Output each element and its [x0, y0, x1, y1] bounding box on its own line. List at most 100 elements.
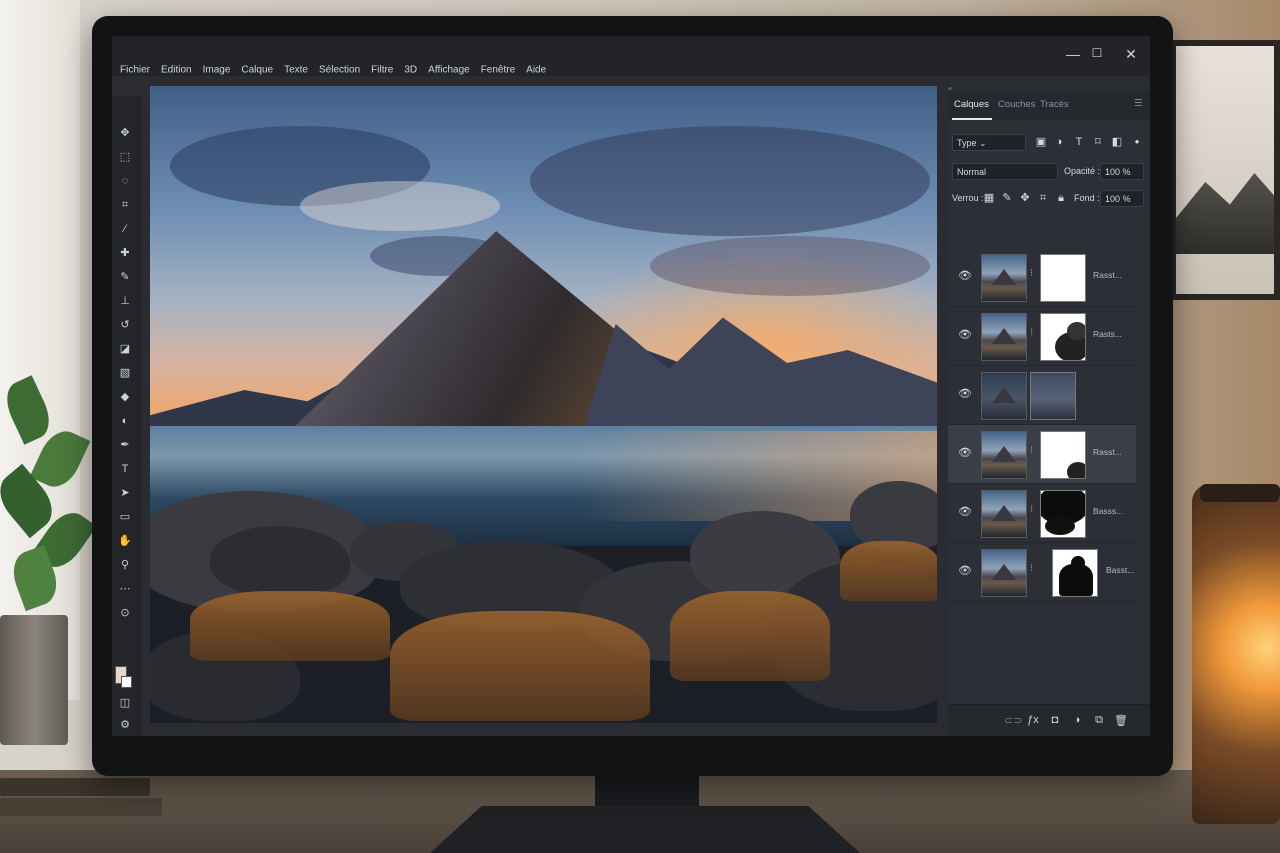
lock-pixels-icon[interactable]: ✎ [1000, 191, 1014, 205]
layer-row-selected[interactable]: 👁︎ ⁝ Rasst... [948, 425, 1136, 484]
mask-link-icon[interactable]: ⁝ [1030, 504, 1033, 515]
background-color-swatch[interactable] [121, 676, 132, 688]
mask-link-icon[interactable]: ⁝ [1030, 445, 1033, 456]
filter-pixel-icon[interactable]: ▣ [1034, 135, 1048, 149]
visibility-eye-icon[interactable]: 👁︎ [958, 269, 972, 282]
link-layers-icon[interactable]: ⊂⊃ [1004, 714, 1022, 727]
photo-rock [210, 526, 350, 596]
menu-affichage[interactable]: Affichage [428, 65, 470, 76]
layer-mask-thumbnail[interactable] [1052, 549, 1098, 597]
lock-fill-row: Verrou : ▦ ✎ ✥ ⌗ 🔒︎ Fond : 100 % [950, 188, 1146, 210]
minimize-button[interactable]: — [1062, 46, 1084, 62]
move-tool-icon[interactable]: ✥ [118, 126, 132, 140]
lock-transparency-icon[interactable]: ▦ [982, 191, 996, 205]
path-select-icon[interactable]: ➤ [118, 486, 132, 500]
healing-brush-icon[interactable]: ✚ [118, 246, 132, 260]
type-tool-icon[interactable]: T [118, 462, 132, 476]
menu-selection[interactable]: Sélection [319, 65, 360, 76]
pen-tool-icon[interactable]: ✒ [118, 438, 132, 452]
layer-name: Basss... [1093, 506, 1124, 516]
layer-thumbnail [981, 431, 1027, 479]
fill-label: Fond : [1074, 193, 1100, 203]
photo-foreground-rocks [150, 481, 937, 723]
panel-menu-icon[interactable]: ☰ [1134, 98, 1143, 109]
filter-type-icon[interactable]: T [1072, 135, 1086, 149]
mask-link-icon[interactable]: ⁝ [1030, 563, 1033, 574]
layer-row[interactable]: 👁︎ ⁝ Rasst... [948, 248, 1136, 307]
blend-opacity-row: Normal Opacité : 100 % [950, 161, 1146, 183]
menu-fichier[interactable]: Fichier [120, 65, 150, 76]
layer-style-icon[interactable]: ƒx [1026, 714, 1040, 726]
edit-toolbar-icon[interactable]: ⊙ [118, 606, 132, 620]
new-layer-icon[interactable]: ⧉ [1092, 714, 1106, 727]
adjustment-layer-icon[interactable]: ◑ [1070, 714, 1084, 726]
shape-tool-icon[interactable]: ▭ [118, 510, 132, 524]
filter-shape-icon[interactable]: ⌑ [1091, 135, 1105, 149]
layer-name: Rasst... [1093, 270, 1122, 280]
lock-position-icon[interactable]: ✥ [1018, 191, 1032, 205]
menu-texte[interactable]: Texte [284, 65, 308, 76]
menu-edition[interactable]: Edition [161, 65, 192, 76]
plant-pot [0, 615, 68, 745]
menu-filtre[interactable]: Filtre [371, 65, 393, 76]
menu-fenetre[interactable]: Fenêtre [481, 65, 515, 76]
lasso-tool-icon[interactable]: ◌ [118, 174, 132, 188]
opacity-value: 100 % [1105, 167, 1131, 177]
visibility-eye-icon[interactable]: 👁︎ [958, 505, 972, 518]
tab-calques[interactable]: Calques [954, 99, 989, 110]
mask-link-icon[interactable]: ⁝ [1030, 327, 1033, 338]
eyedropper-tool-icon[interactable]: ⁄ [118, 222, 132, 236]
menu-aide[interactable]: Aide [526, 65, 546, 76]
layer-row[interactable]: 👁︎ ⁝ Basst... [948, 543, 1136, 602]
tab-couches[interactable]: Couches [998, 99, 1036, 110]
close-button[interactable]: ✕ [1120, 46, 1142, 63]
filter-type-select[interactable]: Type ⌄ [952, 134, 1026, 151]
history-brush-icon[interactable]: ↺ [118, 318, 132, 332]
marquee-tool-icon[interactable]: ⬚ [118, 150, 132, 164]
lock-artboard-icon[interactable]: ⌗ [1036, 191, 1050, 205]
layer-filter-row: Type ⌄ ▣ ◑ T ⌑ ◧ ● [950, 132, 1146, 154]
zoom-tool-icon[interactable]: ⚲ [118, 558, 132, 572]
quick-mask-icon[interactable]: ◫ [118, 696, 132, 710]
add-mask-icon[interactable]: ◘ [1048, 714, 1062, 726]
eraser-tool-icon[interactable]: ◪ [118, 342, 132, 356]
opacity-input[interactable]: 100 % [1100, 163, 1144, 180]
layer-row[interactable]: 👁︎ [948, 366, 1136, 425]
visibility-eye-icon[interactable]: 👁︎ [958, 446, 972, 459]
layer-mask-thumbnail[interactable] [1030, 372, 1076, 420]
mask-link-icon[interactable]: ⁝ [1030, 268, 1033, 279]
blend-mode-select[interactable]: Normal [952, 163, 1058, 180]
screen-mode-icon[interactable]: ⚙ [118, 718, 132, 732]
blend-mode-value: Normal [957, 167, 987, 177]
visibility-eye-icon[interactable]: 👁︎ [958, 564, 972, 577]
dodge-tool-icon[interactable]: ◐ [118, 414, 132, 428]
fill-input[interactable]: 100 % [1100, 190, 1144, 207]
tab-traces[interactable]: Tracés [1040, 99, 1069, 110]
blur-tool-icon[interactable]: ◆ [118, 390, 132, 404]
menu-image[interactable]: Image [203, 65, 231, 76]
layer-mask-thumbnail[interactable] [1040, 431, 1086, 479]
layer-mask-thumbnail[interactable] [1040, 254, 1086, 302]
filter-toggle-icon[interactable]: ● [1130, 135, 1144, 149]
maximize-button[interactable]: ☐ [1086, 46, 1108, 60]
crop-tool-icon[interactable]: ⌗ [118, 198, 132, 212]
clone-stamp-icon[interactable]: ⊥ [118, 294, 132, 308]
visibility-eye-icon[interactable]: 👁︎ [958, 387, 972, 400]
image-canvas[interactable] [150, 86, 937, 723]
lock-all-icon[interactable]: 🔒︎ [1054, 191, 1068, 205]
book-stack [0, 772, 165, 832]
brush-tool-icon[interactable]: ✎ [118, 270, 132, 284]
gradient-tool-icon[interactable]: ▧ [118, 366, 132, 380]
filter-adjust-icon[interactable]: ◑ [1052, 135, 1066, 149]
visibility-eye-icon[interactable]: 👁︎ [958, 328, 972, 341]
filter-smart-icon[interactable]: ◧ [1110, 135, 1124, 149]
menu-3d[interactable]: 3D [404, 65, 417, 76]
menu-calque[interactable]: Calque [241, 65, 273, 76]
delete-layer-icon[interactable]: 🗑︎ [1114, 714, 1128, 727]
layer-mask-thumbnail[interactable] [1040, 313, 1086, 361]
more-tools-icon[interactable]: ⋯ [118, 582, 132, 596]
layer-row[interactable]: 👁︎ ⁝ Basss... [948, 484, 1136, 543]
hand-tool-icon[interactable]: ✋ [118, 534, 132, 548]
layer-row[interactable]: 👁︎ ⁝ Rasts... [948, 307, 1136, 366]
layer-mask-thumbnail[interactable] [1040, 490, 1086, 538]
